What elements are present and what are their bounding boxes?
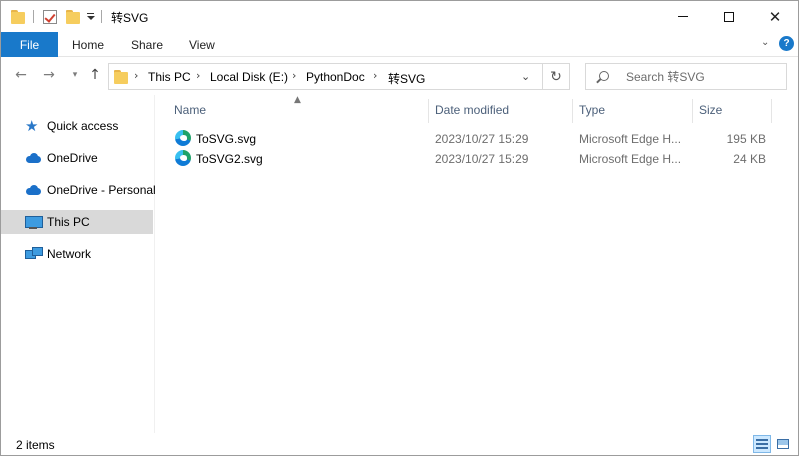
cloud-icon [25, 183, 41, 197]
search-box[interactable] [585, 63, 787, 90]
column-header-name[interactable]: Name [174, 103, 206, 123]
toolbar-separator [33, 10, 34, 23]
file-date-modified: 2023/10/27 15:29 [435, 132, 529, 146]
minimize-icon [678, 16, 688, 17]
file-row[interactable]: ToSVG2.svg 2023/10/27 15:29 Microsoft Ed… [170, 149, 770, 169]
file-row[interactable]: ToSVG.svg 2023/10/27 15:29 Microsoft Edg… [170, 129, 770, 149]
refresh-button[interactable]: ↻ [543, 63, 570, 90]
close-button[interactable]: ✕ [752, 1, 798, 32]
breadcrumb-chevron-icon[interactable]: › [292, 69, 296, 82]
details-view-button[interactable] [753, 435, 771, 453]
column-divider[interactable] [692, 99, 693, 123]
breadcrumb-chevron-icon[interactable]: › [134, 69, 138, 82]
status-bar: 2 items [1, 433, 798, 455]
file-name: ToSVG2.svg [196, 152, 263, 166]
expand-ribbon-chevron-icon[interactable]: ⌄ [761, 37, 769, 48]
sidebar-item-label: Quick access [47, 119, 119, 133]
column-header-type[interactable]: Type [579, 103, 605, 123]
new-folder-icon[interactable] [66, 8, 80, 26]
breadcrumb-local-disk[interactable]: Local Disk (E:) [210, 70, 288, 84]
star-icon: ★ [25, 117, 39, 135]
navigation-pane: ★ Quick access OneDrive OneDrive - Perso… [1, 95, 156, 433]
window-title: 转SVG [111, 11, 149, 25]
search-input[interactable] [626, 70, 776, 84]
large-icons-view-button[interactable] [774, 435, 792, 453]
tab-file[interactable]: File [1, 32, 58, 57]
column-divider[interactable] [428, 99, 429, 123]
navigation-bar: ← → ▾ ↑ › This PC › Local Disk (E:) › Py… [1, 57, 798, 95]
column-header-size[interactable]: Size [699, 103, 722, 123]
breadcrumb-chevron-icon[interactable]: › [373, 69, 377, 82]
edge-icon [175, 150, 191, 166]
tab-view[interactable]: View [189, 32, 215, 57]
breadcrumb-pythondoc[interactable]: PythonDoc [306, 70, 365, 84]
file-size: 24 KB [733, 152, 766, 166]
back-arrow-icon[interactable]: ← [13, 67, 29, 83]
file-type: Microsoft Edge H... [579, 132, 682, 146]
sidebar-item-this-pc[interactable]: This PC [1, 210, 153, 234]
edge-icon [175, 130, 191, 146]
recent-locations-chevron-icon[interactable]: ▾ [67, 67, 83, 83]
explorer-window: 转SVG ✕ File Home Share View ⌄ ? ← → ▾ ↑ … [0, 0, 799, 456]
address-bar[interactable]: › This PC › Local Disk (E:) › PythonDoc … [108, 63, 543, 90]
search-icon [599, 71, 609, 81]
folder-icon [11, 8, 25, 26]
column-divider[interactable] [771, 99, 772, 123]
network-icon [25, 247, 43, 261]
breadcrumb-chevron-icon[interactable]: › [196, 69, 200, 82]
sidebar-item-label: This PC [47, 215, 90, 229]
sidebar-item-label: OneDrive - Personal [47, 183, 156, 197]
help-icon[interactable]: ? [779, 36, 794, 51]
minimize-button[interactable] [660, 1, 706, 32]
folder-icon [114, 70, 128, 84]
file-date-modified: 2023/10/27 15:29 [435, 152, 529, 166]
tab-share[interactable]: Share [131, 32, 163, 57]
large-icons-view-icon [777, 439, 789, 449]
sidebar-item-label: Network [47, 247, 92, 261]
file-name: ToSVG.svg [196, 132, 257, 146]
properties-check-icon[interactable] [43, 8, 57, 26]
maximize-button[interactable] [706, 1, 752, 32]
refresh-icon: ↻ [550, 68, 562, 85]
breadcrumb-current-folder[interactable]: 转SVG [388, 70, 425, 87]
sidebar-item-onedrive[interactable]: OneDrive [1, 146, 153, 170]
file-size: 195 KB [726, 132, 766, 146]
file-list: ▲ Name Date modified Type Size ToSVG.svg… [156, 95, 798, 433]
customize-dropdown-icon[interactable] [86, 8, 96, 26]
column-header-date-modified[interactable]: Date modified [435, 103, 509, 123]
sidebar-item-network[interactable]: Network [1, 242, 153, 266]
sort-ascending-icon: ▲ [294, 95, 301, 105]
computer-icon [25, 215, 43, 229]
toolbar-separator [101, 10, 102, 23]
tab-home[interactable]: Home [72, 32, 104, 57]
breadcrumb-this-pc[interactable]: This PC [148, 70, 191, 84]
forward-arrow-icon[interactable]: → [41, 67, 57, 83]
up-arrow-icon[interactable]: ↑ [87, 67, 103, 83]
address-history-chevron-icon[interactable]: ⌄ [521, 70, 530, 83]
ribbon: File Home Share View ⌄ ? [1, 32, 798, 57]
column-divider[interactable] [572, 99, 573, 123]
cloud-icon [25, 151, 41, 165]
sidebar-item-quick-access[interactable]: ★ Quick access [1, 114, 153, 138]
maximize-icon [724, 11, 734, 22]
item-count: 2 items [16, 438, 55, 452]
sidebar-item-onedrive-personal[interactable]: OneDrive - Personal [1, 178, 156, 202]
details-view-icon [756, 439, 768, 449]
close-icon: ✕ [768, 7, 782, 26]
file-type: Microsoft Edge H... [579, 152, 682, 166]
sidebar-item-label: OneDrive [47, 151, 98, 165]
title-bar: 转SVG ✕ [1, 1, 798, 32]
